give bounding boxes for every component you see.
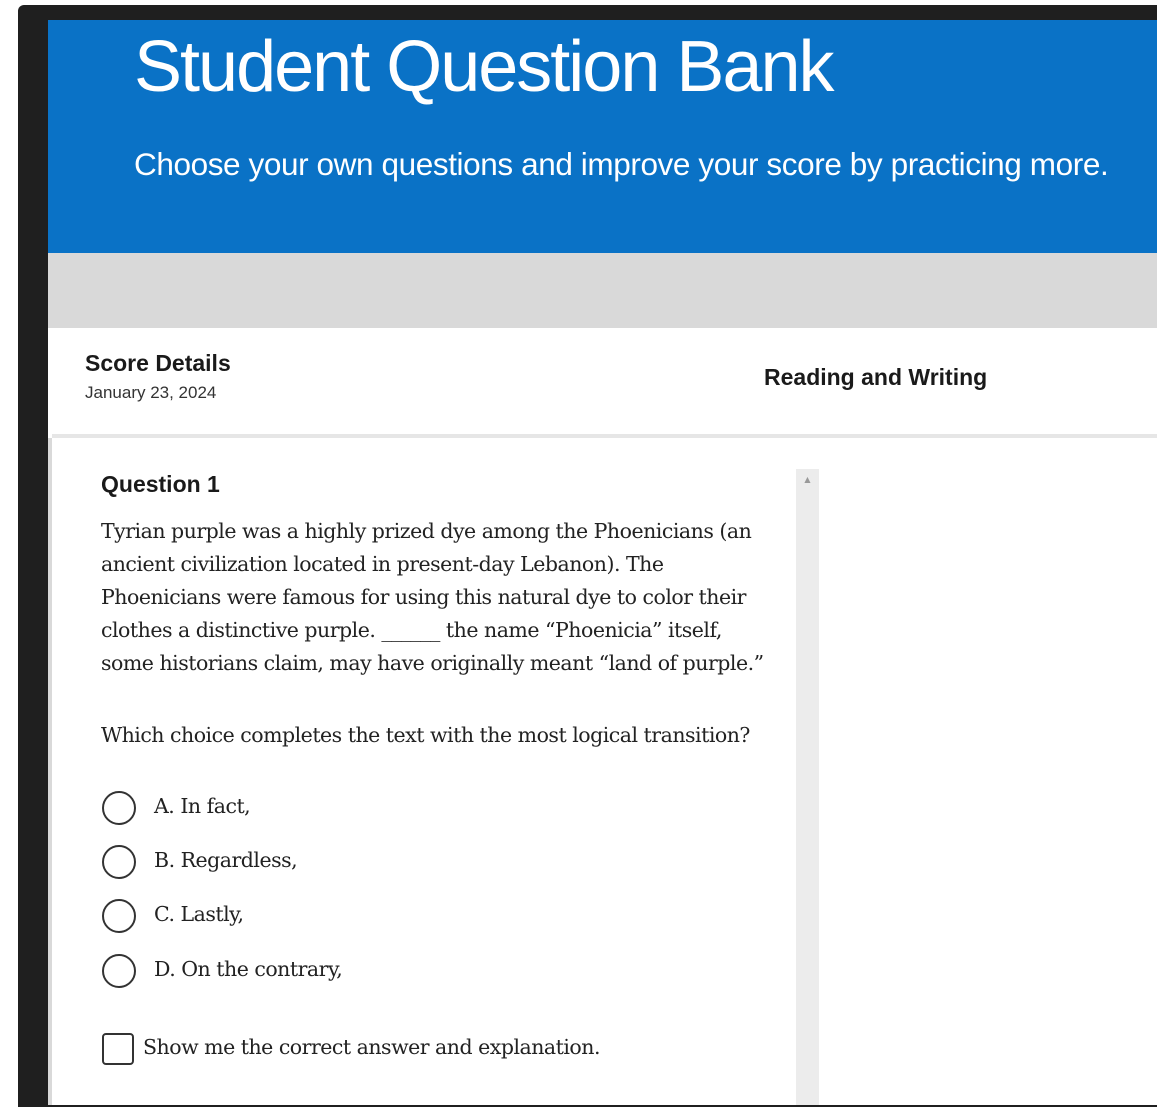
answer-option-label[interactable]: B. Regardless, <box>154 848 298 872</box>
page-subtitle: Choose your own questions and improve yo… <box>134 146 1109 182</box>
score-details-title: Score Details <box>85 350 231 376</box>
show-answer-label[interactable]: Show me the correct answer and explanati… <box>143 1035 601 1059</box>
page-viewport: Student Question Bank Choose your own qu… <box>48 20 1157 1105</box>
radio-button[interactable] <box>102 845 136 879</box>
passage-line: ancient civilization located in present-… <box>101 552 664 576</box>
show-answer-toggle[interactable]: Show me the correct answer and explanati… <box>101 1033 701 1067</box>
passage-line: Tyrian purple was a highly prized dye am… <box>101 519 752 543</box>
score-date: January 23, 2024 <box>85 383 217 402</box>
page-title: Student Question Bank <box>134 27 834 107</box>
question-prompt: Which choice completes the text with the… <box>101 723 750 747</box>
radio-button[interactable] <box>102 791 136 825</box>
section-label: Reading and Writing <box>764 364 988 390</box>
show-answer-checkbox[interactable] <box>102 1033 134 1065</box>
answer-option-d[interactable]: D. On the contrary, <box>101 954 501 988</box>
radio-button[interactable] <box>102 899 136 933</box>
answer-option-label[interactable]: A. In fact, <box>154 794 251 818</box>
question-panel: Question 1 Tyrian purple was a highly pr… <box>52 438 798 1105</box>
score-details-bar: Score Details January 23, 2024 Reading a… <box>52 328 1157 438</box>
passage-line: clothes a distinctive purple. ______ the… <box>101 618 722 642</box>
answer-option-label[interactable]: C. Lastly, <box>154 902 244 926</box>
question-scrollbar[interactable]: ▲ <box>796 469 819 1105</box>
triangle-up-icon[interactable]: ▲ <box>796 469 819 491</box>
radio-button[interactable] <box>102 954 136 988</box>
question-heading: Question 1 <box>101 471 220 497</box>
answer-option-c[interactable]: C. Lastly, <box>101 899 501 933</box>
page-header: Student Question Bank Choose your own qu… <box>48 20 1157 253</box>
window-frame: Student Question Bank Choose your own qu… <box>18 5 1157 1107</box>
passage-line: Phoenicians were famous for using this n… <box>101 585 746 609</box>
passage-line: some historians claim, may have original… <box>101 651 764 675</box>
answer-option-b[interactable]: B. Regardless, <box>101 845 501 879</box>
header-divider-band <box>48 253 1157 328</box>
answer-option-a[interactable]: A. In fact, <box>101 791 501 825</box>
answer-option-label[interactable]: D. On the contrary, <box>154 957 343 981</box>
